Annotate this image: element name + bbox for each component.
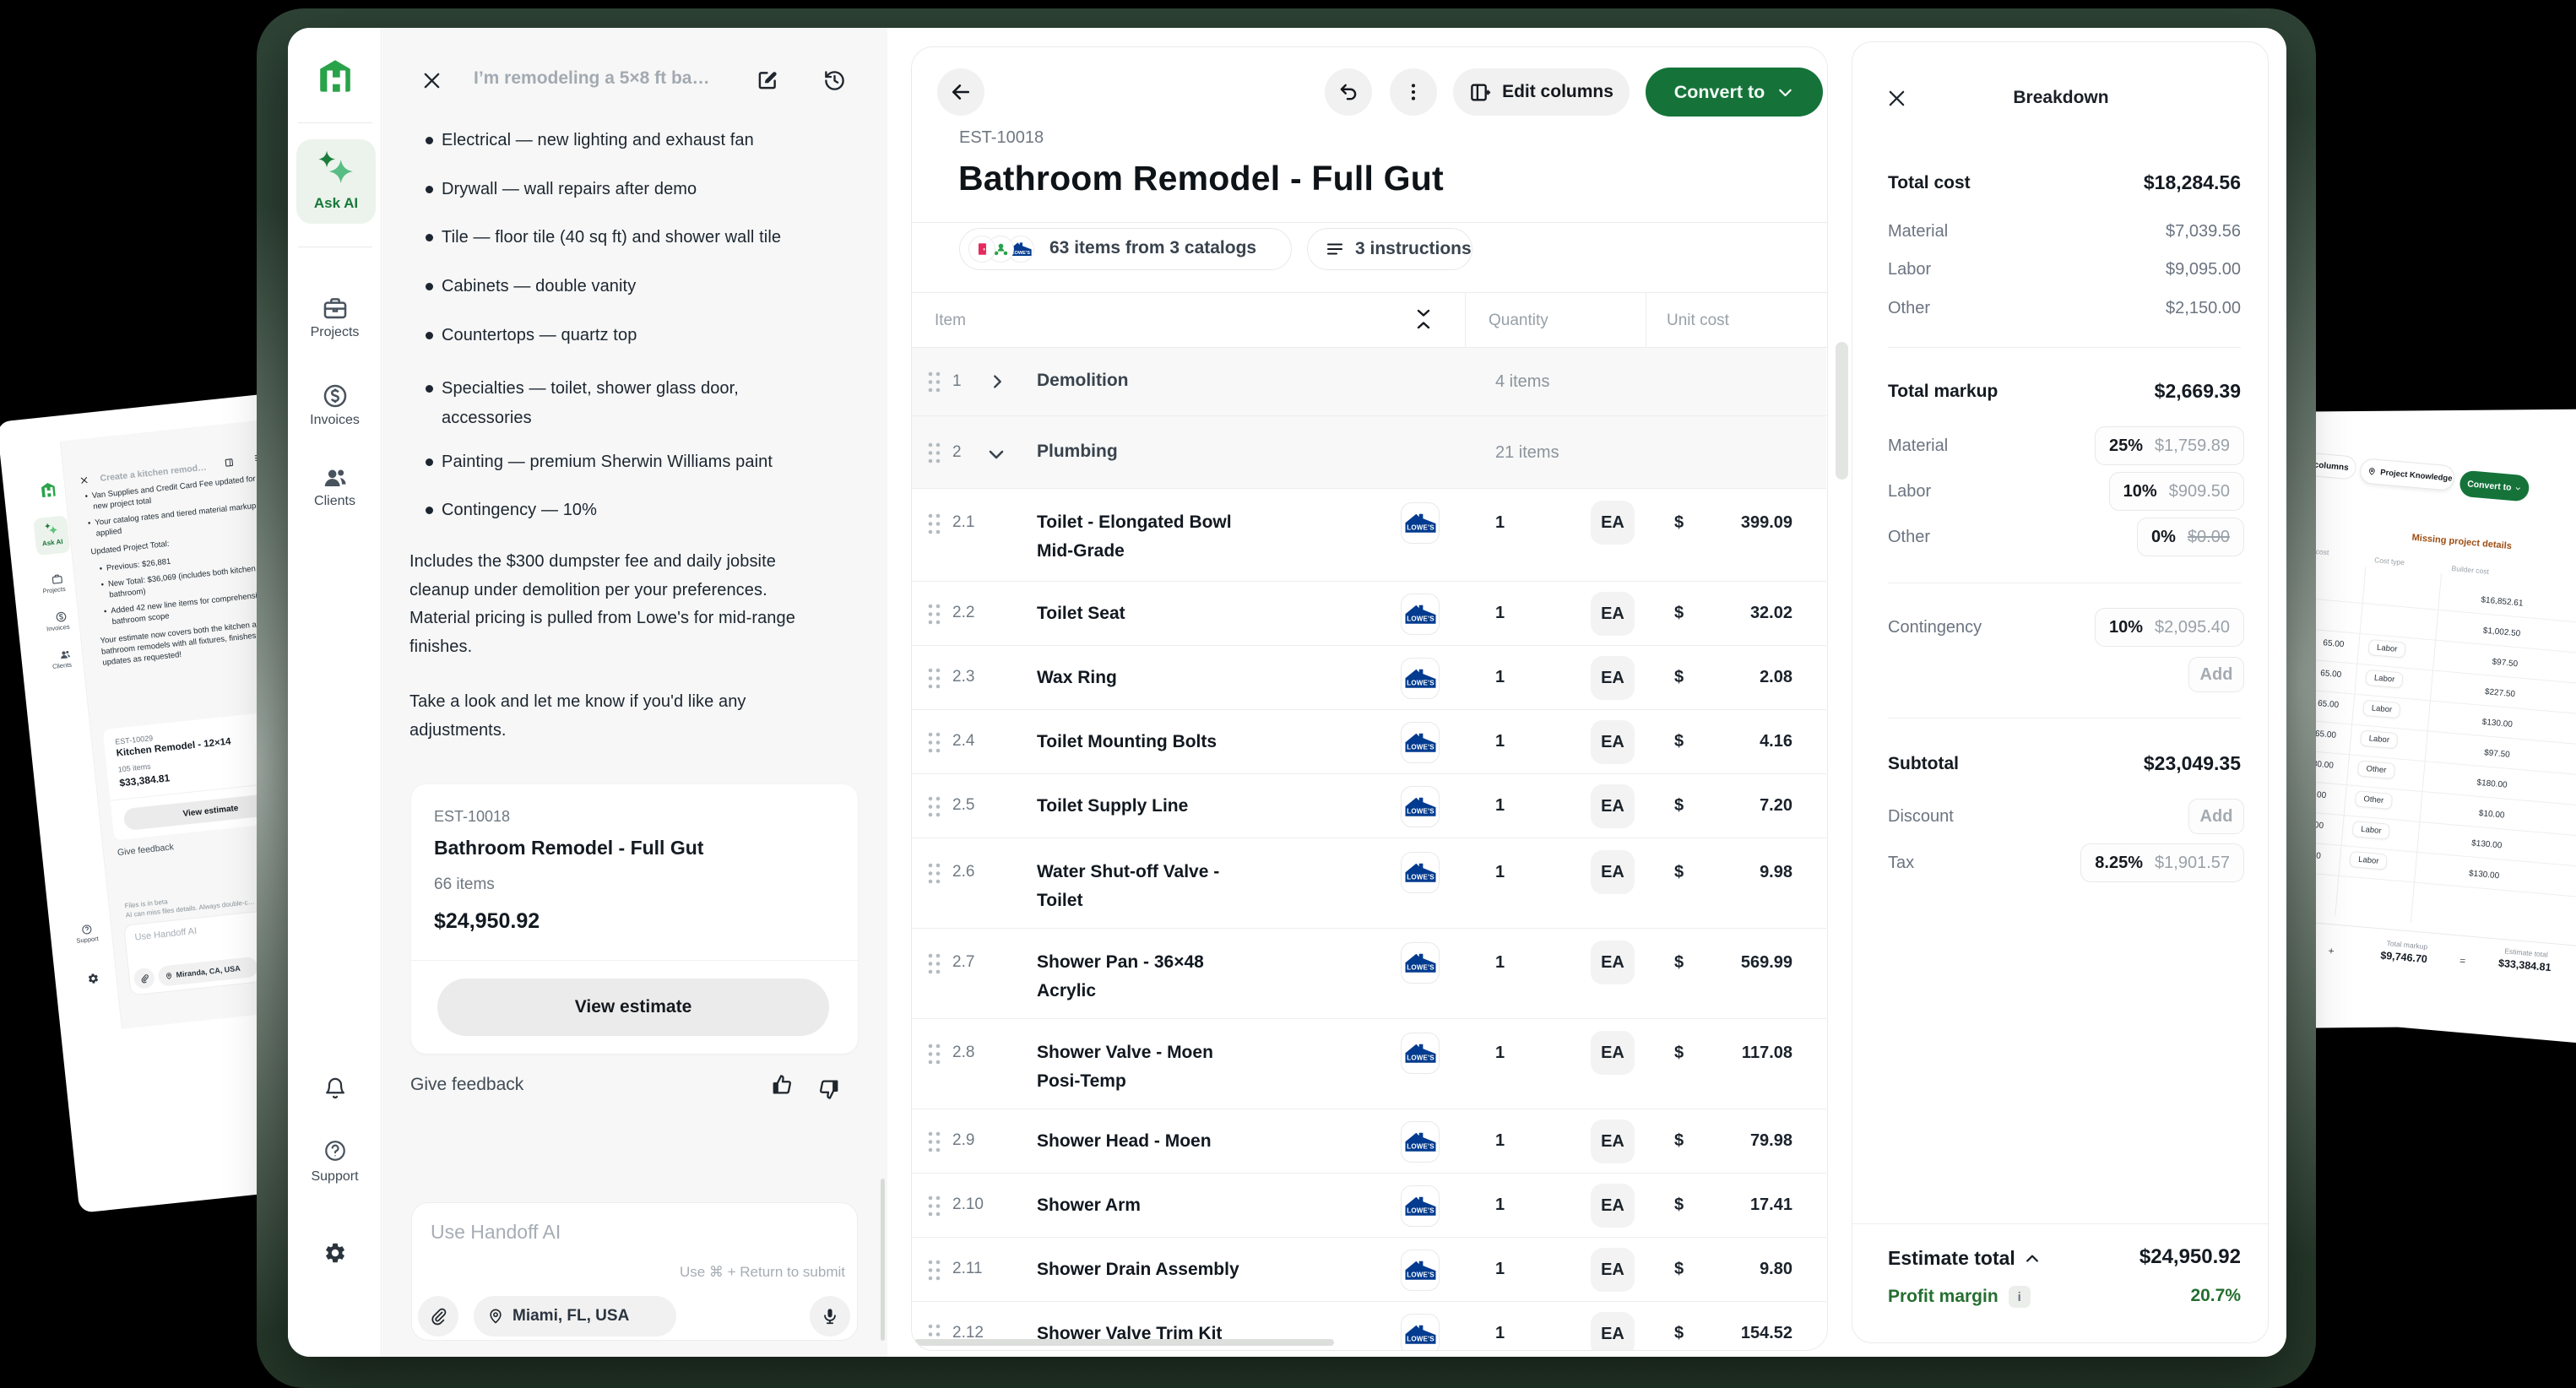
- svg-text:LOWE'S: LOWE'S: [1407, 1207, 1434, 1215]
- svg-text:LOWE'S: LOWE'S: [1407, 615, 1434, 623]
- svg-text:LOWE'S: LOWE'S: [1407, 1271, 1434, 1279]
- svg-text:LOWE'S: LOWE'S: [1407, 1143, 1434, 1151]
- svg-text:LOWE'S: LOWE'S: [1407, 1055, 1434, 1062]
- svg-text:LOWE'S: LOWE'S: [1407, 808, 1434, 816]
- svg-text:LOWE'S: LOWE'S: [1407, 1336, 1434, 1343]
- svg-text:LOWE'S: LOWE'S: [1407, 964, 1434, 972]
- svg-text:LOWE'S: LOWE'S: [1407, 874, 1434, 881]
- svg-text:LOWE'S: LOWE'S: [1011, 251, 1030, 256]
- svg-text:LOWE'S: LOWE'S: [1407, 744, 1434, 751]
- svg-text:LOWE'S: LOWE'S: [1407, 680, 1434, 687]
- svg-text:LOWE'S: LOWE'S: [1407, 524, 1434, 532]
